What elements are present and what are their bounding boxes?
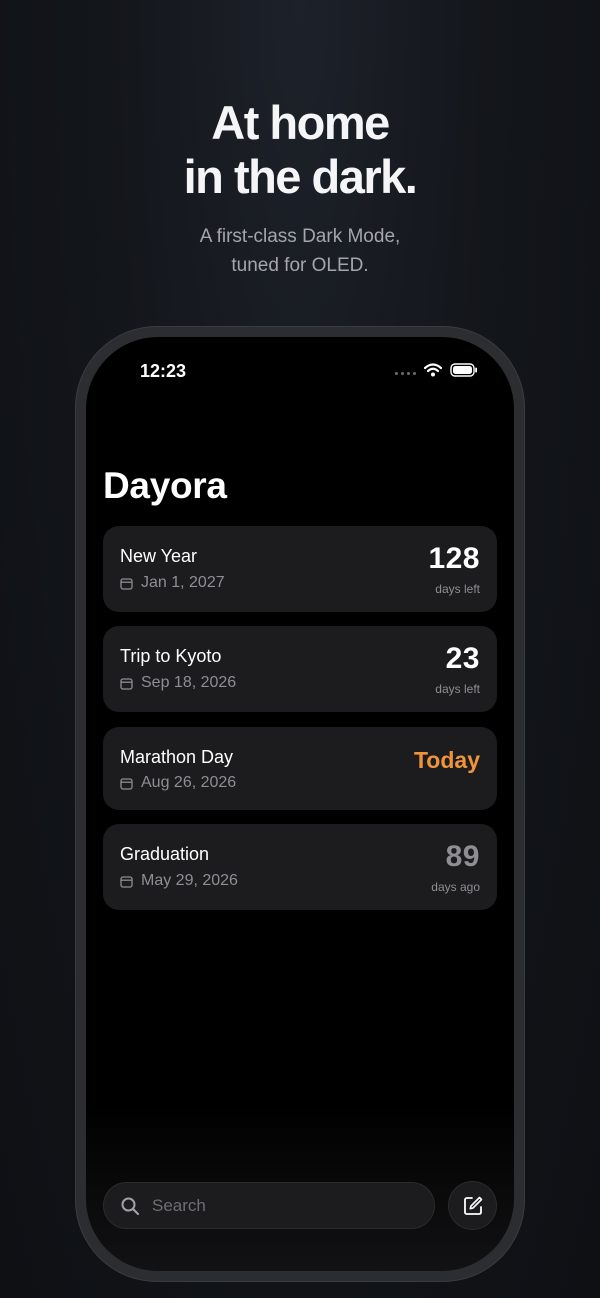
search-icon <box>121 1197 140 1215</box>
event-date: Jan 1, 2027 <box>141 574 225 591</box>
calendar-icon <box>120 777 133 790</box>
app-title: Dayora <box>103 465 227 506</box>
wifi-icon <box>424 363 442 377</box>
search-input[interactable] <box>150 1194 404 1217</box>
event-date-row: Aug 26, 2026 <box>120 774 236 792</box>
event-countdown-value: 128 <box>428 542 480 575</box>
promo-headline-line-2: in the dark. <box>183 150 418 203</box>
event-name: Marathon Day <box>120 747 234 767</box>
status-icons <box>395 363 478 377</box>
battery-icon <box>450 363 477 377</box>
calendar-icon <box>120 577 133 590</box>
event-countdown-unit: days left <box>435 582 480 596</box>
event-card[interactable]: New Year Jan 1, 2027 128 days left <box>103 526 497 612</box>
compose-button[interactable] <box>448 1181 497 1230</box>
promo-subtitle-line-2: tuned for OLED. <box>231 255 369 276</box>
status-time: 12:23 <box>140 361 187 381</box>
promo-subtitle: A first-class Dark Mode, tuned for OLED. <box>0 222 600 280</box>
event-date-row: Jan 1, 2027 <box>120 574 225 592</box>
signal-dots-icon <box>395 371 416 375</box>
event-date: Sep 18, 2026 <box>141 674 237 691</box>
promo-subtitle-line-1: A first-class Dark Mode, <box>199 226 401 247</box>
event-name: New Year <box>120 546 198 566</box>
event-date: May 29, 2026 <box>141 872 238 889</box>
phone-screen: 12:23 Dayora New Year Jan 1, 2027 128 da… <box>86 337 514 1271</box>
event-name: Trip to Kyoto <box>120 646 222 666</box>
search-bar[interactable] <box>103 1182 435 1229</box>
calendar-icon <box>120 875 133 888</box>
event-card[interactable]: Trip to Kyoto Sep 18, 2026 23 days left <box>103 626 497 712</box>
event-countdown-value: 23 <box>445 642 480 675</box>
promo-headline-line-1: At home <box>211 96 390 149</box>
event-today-label: Today <box>413 747 480 773</box>
calendar-icon <box>120 677 133 690</box>
event-card[interactable]: Marathon Day Aug 26, 2026 Today <box>103 727 497 810</box>
event-countdown-value: 89 <box>445 840 480 873</box>
compose-icon <box>463 1196 482 1215</box>
event-countdown-unit: days ago <box>431 880 480 894</box>
event-card[interactable]: Graduation May 29, 2026 89 days ago <box>103 824 497 910</box>
promo-headline: At home in the dark. <box>0 96 600 204</box>
event-name: Graduation <box>120 844 210 864</box>
event-countdown-unit: days left <box>435 682 480 696</box>
event-date-row: May 29, 2026 <box>120 872 238 890</box>
event-date: Aug 26, 2026 <box>141 774 237 791</box>
event-date-row: Sep 18, 2026 <box>120 674 236 692</box>
